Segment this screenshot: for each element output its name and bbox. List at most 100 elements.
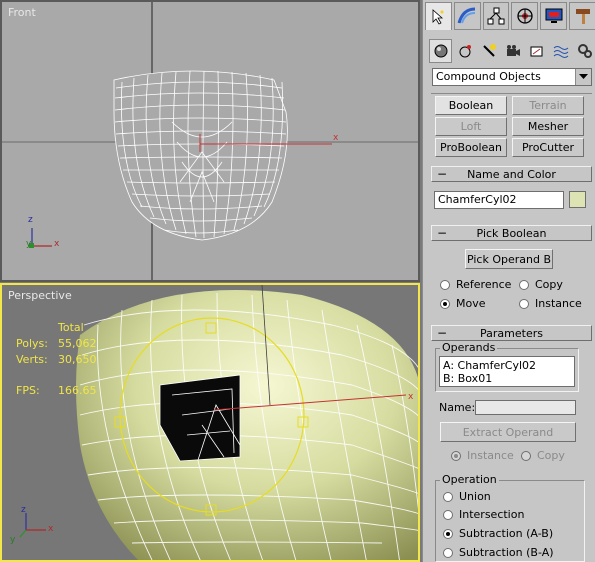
parameters-rollout[interactable]: − Parameters — [431, 325, 592, 341]
hierarchy-icon — [487, 7, 505, 25]
category-dropdown-value: Compound Objects — [436, 70, 541, 83]
create-category-tabs — [423, 36, 595, 66]
helpers-subtab[interactable] — [525, 39, 548, 63]
stats-header: Total — [58, 321, 84, 334]
rollout-title: Parameters — [480, 326, 543, 340]
cameras-subtab[interactable] — [501, 39, 524, 63]
list-item[interactable]: B: Box01 — [443, 372, 571, 385]
radio-indicator — [519, 279, 529, 290]
extract-operand-button[interactable]: Extract Operand — [440, 422, 576, 442]
polys-value: 55,062 — [58, 337, 97, 350]
subtraction-ba-radio[interactable]: Subtraction (B-A) — [443, 545, 554, 560]
front-axis-x-label: x — [54, 239, 60, 249]
cursor-arrow-icon — [433, 8, 444, 25]
polys-label: Polys: — [16, 337, 48, 350]
pick-boolean-rollout[interactable]: − Pick Boolean — [431, 225, 592, 241]
collapse-icon: − — [437, 326, 448, 340]
radio-indicator — [443, 509, 453, 520]
collapse-icon: − — [437, 226, 448, 240]
union-label: Union — [459, 490, 491, 503]
radio-indicator — [440, 298, 450, 309]
persp-gizmo-x-label: x — [408, 392, 414, 402]
motion-tab[interactable] — [511, 2, 539, 30]
union-radio[interactable]: Union — [443, 489, 491, 504]
proboolean-button[interactable]: ProBoolean — [435, 138, 507, 157]
loft-button[interactable]: Loft — [435, 117, 507, 136]
category-dropdown[interactable]: Compound Objects — [432, 68, 592, 86]
display-monitor-icon — [545, 8, 563, 23]
name-and-color-rollout[interactable]: − Name and Color — [431, 166, 592, 182]
create-tab[interactable] — [425, 2, 452, 30]
reference-radio[interactable]: Reference — [440, 277, 511, 292]
perspective-viewport-label[interactable]: Perspective — [8, 289, 72, 302]
helpers-icon — [530, 46, 542, 57]
rollout-title: Pick Boolean — [476, 226, 547, 240]
perspective-viewport[interactable]: x Perspective Total Polys: 55,062 Verts:… — [0, 283, 420, 562]
hammer-icon — [575, 9, 590, 24]
extract-copy-label: Copy — [537, 449, 565, 462]
front-pivot-x-label: x — [333, 133, 339, 143]
radio-indicator — [521, 450, 531, 461]
subtraction-ab-label: Subtraction (A-B) — [459, 527, 554, 540]
radio-indicator — [451, 450, 461, 461]
systems-gear-icon — [577, 44, 592, 58]
radio-indicator — [443, 528, 453, 539]
spacewarps-subtab[interactable] — [549, 39, 572, 63]
fps-value: 166.65 — [58, 384, 97, 397]
display-tab[interactable] — [540, 2, 568, 30]
operands-list[interactable]: A: ChamferCyl02 B: Box01 — [439, 356, 575, 387]
procutter-button[interactable]: ProCutter — [512, 138, 584, 157]
radio-indicator — [519, 298, 529, 309]
radio-indicator — [443, 491, 453, 502]
object-color-swatch[interactable] — [569, 191, 586, 208]
collapse-icon: − — [437, 167, 448, 181]
extract-instance-radio[interactable]: Instance — [451, 448, 514, 463]
copy-radio[interactable]: Copy — [519, 277, 563, 292]
radio-indicator — [440, 279, 450, 290]
intersection-radio[interactable]: Intersection — [443, 507, 524, 522]
operand-name-field[interactable] — [475, 400, 576, 415]
shapes-subtab[interactable] — [453, 39, 476, 63]
object-name-field[interactable]: ChamferCyl02 — [434, 191, 564, 209]
front-viewport-label[interactable]: Front — [8, 6, 36, 19]
spacewarps-icon — [553, 46, 568, 58]
list-item[interactable]: A: ChamferCyl02 — [443, 359, 571, 372]
subtraction-ab-radio[interactable]: Subtraction (A-B) — [443, 526, 553, 541]
instance-radio[interactable]: Instance — [519, 296, 582, 311]
utilities-tab[interactable] — [569, 2, 595, 30]
motion-wheel-icon — [517, 8, 533, 24]
lights-subtab[interactable] — [477, 39, 500, 63]
pick-operand-b-button[interactable]: Pick Operand B — [465, 249, 553, 269]
persp-axis-z-label: z — [21, 505, 26, 515]
front-wireframe: x — [2, 2, 418, 280]
subtraction-ba-label: Subtraction (B-A) — [459, 546, 554, 559]
shapes-icon — [459, 45, 471, 58]
modify-tab[interactable] — [453, 2, 481, 30]
chevron-down-icon[interactable] — [575, 69, 591, 85]
front-viewport[interactable]: x Front z y x — [0, 0, 420, 282]
instance-label: Instance — [535, 297, 582, 310]
operand-name-label: Name: — [439, 401, 476, 414]
mesher-button[interactable]: Mesher — [512, 117, 584, 136]
extract-copy-radio[interactable]: Copy — [521, 448, 565, 463]
persp-axis-x-label: x — [48, 524, 54, 534]
fps-label: FPS: — [16, 384, 40, 397]
intersection-label: Intersection — [459, 508, 525, 521]
hierarchy-tab[interactable] — [482, 2, 510, 30]
verts-value: 30,650 — [58, 353, 97, 366]
move-label: Move — [456, 297, 486, 310]
geometry-subtab[interactable] — [429, 39, 452, 63]
systems-subtab[interactable] — [573, 39, 595, 63]
lights-icon — [482, 44, 496, 57]
persp-axis-y-label: y — [10, 535, 16, 545]
copy-label: Copy — [535, 278, 563, 291]
terrain-button[interactable]: Terrain — [512, 96, 584, 115]
move-radio[interactable]: Move — [440, 296, 486, 311]
command-panel-tabs — [423, 2, 595, 34]
command-panel: Compound Objects Boolean Terrain Loft Me… — [422, 0, 595, 562]
geometry-sphere-icon — [434, 44, 447, 58]
rollout-title: Name and Color — [467, 167, 556, 181]
operation-group-title: Operation — [440, 473, 499, 486]
verts-label: Verts: — [16, 353, 48, 366]
boolean-button[interactable]: Boolean — [435, 96, 507, 115]
